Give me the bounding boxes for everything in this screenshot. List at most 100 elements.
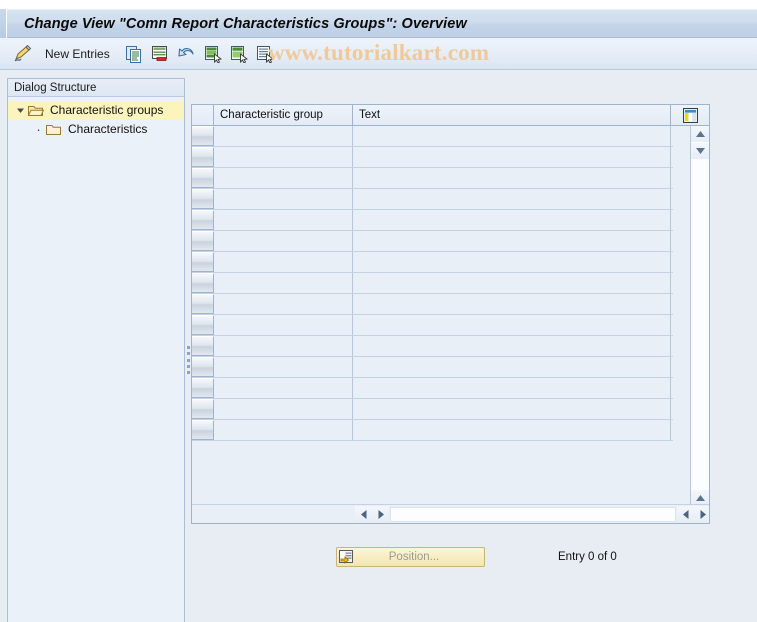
select-all-button[interactable] <box>200 41 226 67</box>
table-body <box>192 126 709 523</box>
cell-text[interactable] <box>353 147 671 167</box>
bullet-dot-icon: · <box>36 122 41 137</box>
dialog-structure-header: Dialog Structure <box>8 79 184 97</box>
row-selector[interactable] <box>192 357 214 377</box>
cell-characteristic-group[interactable] <box>214 378 353 398</box>
table-row[interactable] <box>192 399 673 420</box>
table-row[interactable] <box>192 336 673 357</box>
cell-characteristic-group[interactable] <box>214 231 353 251</box>
triangle-down-icon[interactable] <box>14 104 27 117</box>
row-selector[interactable] <box>192 294 214 314</box>
scroll-left-button[interactable] <box>355 505 372 523</box>
entry-count-status: Entry 0 of 0 <box>558 551 617 563</box>
cell-characteristic-group[interactable] <box>214 273 353 293</box>
row-selector[interactable] <box>192 126 214 146</box>
row-selector[interactable] <box>192 252 214 272</box>
delete-button[interactable] <box>147 41 173 67</box>
deselect-all-button[interactable] <box>252 41 278 67</box>
table-row[interactable] <box>192 378 673 399</box>
tree-item-characteristics[interactable]: · Characteristics <box>8 120 184 139</box>
cell-characteristic-group[interactable] <box>214 168 353 188</box>
dialog-structure-tree: Characteristic groups · Characteristics <box>8 97 184 139</box>
scroll-page-right-button[interactable] <box>677 505 694 523</box>
position-button-label: Position... <box>388 551 440 563</box>
position-button[interactable]: Position... <box>336 547 485 567</box>
row-selector[interactable] <box>192 168 214 188</box>
cell-text[interactable] <box>353 399 671 419</box>
table-row[interactable] <box>192 252 673 273</box>
overview-table: Characteristic group Text <box>191 104 710 524</box>
cell-characteristic-group[interactable] <box>214 357 353 377</box>
cell-characteristic-group[interactable] <box>214 147 353 167</box>
scroll-page-up-button[interactable] <box>691 143 709 159</box>
display-change-button[interactable] <box>9 41 37 67</box>
cell-characteristic-group[interactable] <box>214 315 353 335</box>
table-row[interactable] <box>192 420 673 441</box>
row-selector[interactable] <box>192 378 214 398</box>
cell-text[interactable] <box>353 378 671 398</box>
table-row[interactable] <box>192 357 673 378</box>
splitter-grip[interactable] <box>187 346 190 374</box>
table-row[interactable] <box>192 294 673 315</box>
table-settings-button[interactable] <box>671 105 709 125</box>
cell-text[interactable] <box>353 189 671 209</box>
row-selector[interactable] <box>192 315 214 335</box>
column-header-text[interactable]: Text <box>353 105 671 125</box>
table-row[interactable] <box>192 126 673 147</box>
table-row[interactable] <box>192 189 673 210</box>
window-title-bar: Change View "Comn Report Characteristics… <box>0 9 757 38</box>
cell-text[interactable] <box>353 420 671 440</box>
copy-as-icon <box>125 45 143 63</box>
table-row[interactable] <box>192 231 673 252</box>
cell-text[interactable] <box>353 168 671 188</box>
table-row[interactable] <box>192 273 673 294</box>
cell-characteristic-group[interactable] <box>214 420 353 440</box>
cell-characteristic-group[interactable] <box>214 126 353 146</box>
table-row[interactable] <box>192 147 673 168</box>
scroll-up-button[interactable] <box>691 126 709 142</box>
row-selector[interactable] <box>192 231 214 251</box>
cell-characteristic-group[interactable] <box>214 189 353 209</box>
undo-button[interactable] <box>173 41 200 67</box>
cell-characteristic-group[interactable] <box>214 252 353 272</box>
row-selector[interactable] <box>192 210 214 230</box>
cell-characteristic-group[interactable] <box>214 336 353 356</box>
cell-text[interactable] <box>353 273 671 293</box>
column-header-characteristic-group[interactable]: Characteristic group <box>214 105 353 125</box>
cell-text[interactable] <box>353 126 671 146</box>
cell-text[interactable] <box>353 336 671 356</box>
hscroll-track[interactable] <box>390 506 676 522</box>
folder-open-icon <box>28 104 45 118</box>
cell-characteristic-group[interactable] <box>214 294 353 314</box>
scroll-right-button[interactable] <box>694 505 709 523</box>
cell-text[interactable] <box>353 315 671 335</box>
cell-text[interactable] <box>353 357 671 377</box>
cell-characteristic-group[interactable] <box>214 399 353 419</box>
select-block-button[interactable] <box>226 41 252 67</box>
table-row[interactable] <box>192 315 673 336</box>
table-row[interactable] <box>192 210 673 231</box>
row-selector[interactable] <box>192 420 214 440</box>
table-vertical-scrollbar[interactable] <box>690 126 709 523</box>
row-selector[interactable] <box>192 273 214 293</box>
new-entries-button[interactable]: New Entries <box>37 41 121 67</box>
cell-text[interactable] <box>353 252 671 272</box>
scroll-right-icon <box>377 509 385 520</box>
cell-text[interactable] <box>353 231 671 251</box>
scroll-page-left-button[interactable] <box>372 505 389 523</box>
row-selector[interactable] <box>192 336 214 356</box>
table-row[interactable] <box>192 168 673 189</box>
scroll-page-up-icon <box>695 147 706 155</box>
cell-text[interactable] <box>353 210 671 230</box>
table-header-row: Characteristic group Text <box>192 105 709 126</box>
deselect-all-icon <box>256 45 274 63</box>
row-selector[interactable] <box>192 399 214 419</box>
row-selector[interactable] <box>192 189 214 209</box>
row-selector[interactable] <box>192 147 214 167</box>
table-corner-cell[interactable] <box>192 105 214 125</box>
table-horizontal-scrollbar[interactable] <box>192 504 709 523</box>
cell-characteristic-group[interactable] <box>214 210 353 230</box>
cell-text[interactable] <box>353 294 671 314</box>
tree-item-characteristic-groups[interactable]: Characteristic groups <box>8 101 184 120</box>
copy-as-button[interactable] <box>121 41 147 67</box>
